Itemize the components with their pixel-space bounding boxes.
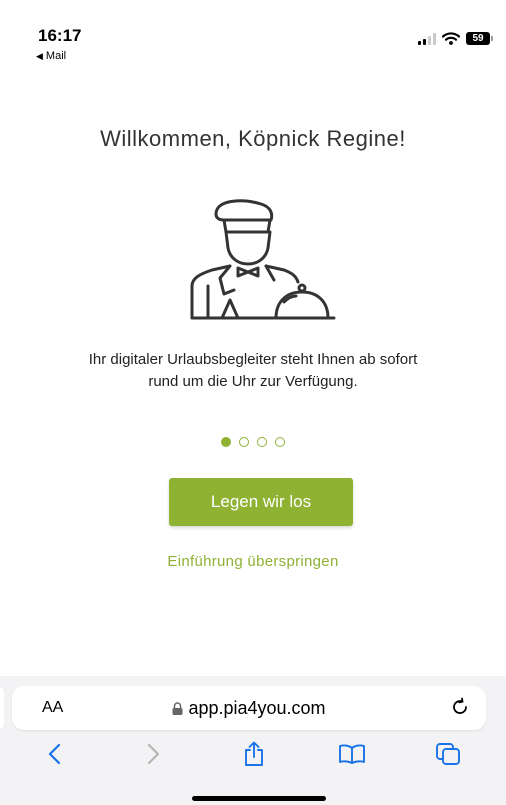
cellular-signal-icon — [418, 32, 436, 45]
pager-dot-1[interactable] — [221, 437, 231, 447]
url-display[interactable]: app.pia4you.com — [12, 698, 486, 719]
previous-tab-card[interactable] — [0, 686, 4, 730]
address-bar[interactable]: AA app.pia4you.com — [12, 686, 486, 730]
share-button[interactable] — [234, 734, 274, 774]
skip-intro-link[interactable]: Einführung überspringen — [0, 553, 506, 570]
back-to-mail-label: Mail — [45, 50, 67, 62]
tabs-icon — [436, 743, 460, 765]
reload-icon[interactable] — [450, 697, 470, 717]
pager-dot-4[interactable] — [275, 437, 285, 447]
pager-dots — [0, 437, 506, 447]
tabs-button[interactable] — [428, 734, 468, 774]
browser-bottom-bar: AA app.pia4you.com — [0, 676, 506, 805]
butler-illustration — [190, 199, 336, 320]
battery-icon: 59 — [466, 32, 493, 45]
home-indicator[interactable] — [192, 796, 326, 801]
pager-dot-2[interactable] — [239, 437, 249, 447]
chevron-right-icon — [147, 743, 160, 765]
lock-icon — [172, 702, 183, 715]
status-time: 16:17 — [38, 26, 82, 45]
back-arrow-icon: ◀ — [36, 50, 43, 61]
intro-line-2: rund um die Uhr zur Verfügung. — [148, 373, 358, 390]
share-icon — [245, 741, 263, 766]
forward-button[interactable] — [134, 734, 174, 774]
welcome-title: Willkommen, Köpnick Regine! — [100, 126, 406, 151]
browser-toolbar — [0, 734, 506, 774]
bookmarks-button[interactable] — [332, 734, 372, 774]
wifi-icon — [442, 32, 460, 45]
start-button[interactable]: Legen wir los — [169, 478, 353, 526]
battery-level: 59 — [472, 33, 484, 44]
status-bar: 16:17 ◀ Mail 59 — [0, 0, 506, 70]
status-indicators: 59 — [418, 32, 493, 45]
intro-text: Ihr digitaler Urlaubsbegleiter steht Ihn… — [20, 349, 486, 393]
pager-dot-3[interactable] — [257, 437, 267, 447]
intro-line-1: Ihr digitaler Urlaubsbegleiter steht Ihn… — [88, 351, 418, 368]
url-text: app.pia4you.com — [188, 698, 326, 718]
back-to-mail-link[interactable]: ◀ Mail — [36, 50, 66, 62]
chevron-left-icon — [48, 743, 61, 765]
back-button[interactable] — [34, 734, 74, 774]
bookmarks-icon — [339, 744, 365, 764]
